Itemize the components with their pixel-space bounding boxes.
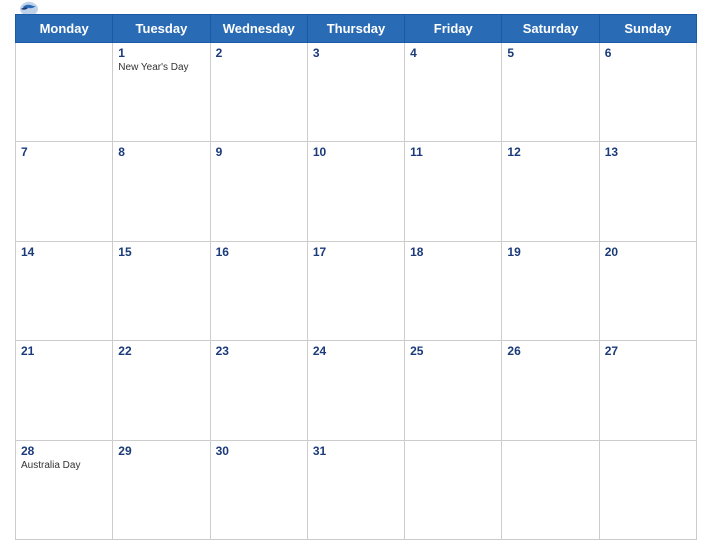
day-number: 16 [216,245,302,259]
day-number: 6 [605,46,691,60]
calendar-week-5: 28 Australia Day 29 30 31 [16,440,697,539]
calendar-cell: 15 [113,241,210,340]
day-number: 26 [507,344,593,358]
calendar-cell: 7 [16,142,113,241]
calendar-table: MondayTuesdayWednesdayThursdayFridaySatu… [15,14,697,540]
calendar-header: MondayTuesdayWednesdayThursdayFridaySatu… [16,15,697,43]
calendar-cell: 13 [599,142,696,241]
calendar-cell: 26 [502,341,599,440]
calendar-cell [502,440,599,539]
calendar-cell: 23 [210,341,307,440]
holiday-label: New Year's Day [118,62,204,73]
calendar-cell: 2 [210,43,307,142]
calendar-cell: 20 [599,241,696,340]
day-header-thursday: Thursday [307,15,404,43]
day-number: 22 [118,344,204,358]
day-number: 13 [605,145,691,159]
day-header-friday: Friday [405,15,502,43]
day-number: 14 [21,245,107,259]
day-number: 17 [313,245,399,259]
day-header-wednesday: Wednesday [210,15,307,43]
calendar-cell [16,43,113,142]
day-number: 25 [410,344,496,358]
holiday-label: Australia Day [21,460,107,471]
calendar-cell: 30 [210,440,307,539]
day-number: 8 [118,145,204,159]
calendar-cell: 31 [307,440,404,539]
day-header-tuesday: Tuesday [113,15,210,43]
calendar-week-4: 21 22 23 24 25 26 27 [16,341,697,440]
day-number: 20 [605,245,691,259]
day-number: 21 [21,344,107,358]
logo-bird-icon [15,0,43,18]
calendar-cell: 1 New Year's Day [113,43,210,142]
calendar-week-3: 14 15 16 17 18 19 20 [16,241,697,340]
day-number: 24 [313,344,399,358]
day-number: 2 [216,46,302,60]
calendar-cell: 4 [405,43,502,142]
day-number: 31 [313,444,399,458]
calendar-cell: 6 [599,43,696,142]
day-number: 1 [118,46,204,60]
calendar-cell: 25 [405,341,502,440]
day-header-sunday: Sunday [599,15,696,43]
calendar-cell: 21 [16,341,113,440]
day-number: 29 [118,444,204,458]
calendar-cell: 22 [113,341,210,440]
calendar-cell: 12 [502,142,599,241]
calendar-cell: 5 [502,43,599,142]
calendar-body: 1New Year's Day2345678910111213141516171… [16,43,697,540]
day-number: 27 [605,344,691,358]
calendar-cell: 8 [113,142,210,241]
calendar-cell: 29 [113,440,210,539]
day-headers-row: MondayTuesdayWednesdayThursdayFridaySatu… [16,15,697,43]
calendar-cell [599,440,696,539]
calendar-cell: 9 [210,142,307,241]
calendar-cell: 3 [307,43,404,142]
day-number: 7 [21,145,107,159]
day-number: 28 [21,444,107,458]
day-number: 12 [507,145,593,159]
day-number: 3 [313,46,399,60]
day-number: 19 [507,245,593,259]
day-number: 4 [410,46,496,60]
day-number: 18 [410,245,496,259]
calendar-cell: 11 [405,142,502,241]
day-number: 11 [410,145,496,159]
day-number: 5 [507,46,593,60]
calendar-cell: 28 Australia Day [16,440,113,539]
calendar-cell: 24 [307,341,404,440]
calendar-cell: 18 [405,241,502,340]
calendar-cell: 16 [210,241,307,340]
day-header-saturday: Saturday [502,15,599,43]
day-number: 23 [216,344,302,358]
logo [15,0,43,20]
calendar-week-1: 1 New Year's Day 23456 [16,43,697,142]
day-number: 9 [216,145,302,159]
calendar-cell [405,440,502,539]
calendar-cell: 17 [307,241,404,340]
day-number: 30 [216,444,302,458]
calendar-cell: 27 [599,341,696,440]
calendar-cell: 10 [307,142,404,241]
calendar-cell: 14 [16,241,113,340]
calendar-week-2: 789 10 11 12 13 [16,142,697,241]
day-number: 10 [313,145,399,159]
day-number: 15 [118,245,204,259]
calendar-cell: 19 [502,241,599,340]
